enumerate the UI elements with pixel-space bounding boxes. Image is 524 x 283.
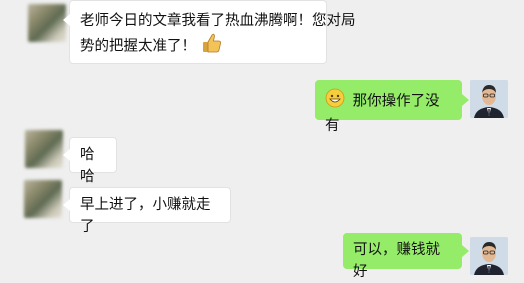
message-bubble-outgoing[interactable]: 可以，赚钱就好 — [343, 233, 462, 280]
user-avatar[interactable] — [470, 80, 508, 118]
grinning-face-icon — [325, 88, 345, 115]
message-text: 可以，赚钱就好 — [353, 242, 440, 280]
message-bubble-incoming[interactable]: 哈哈 — [69, 137, 117, 185]
message-text-line: 老师今日的文章我看了热血沸腾啊！您对局 — [80, 13, 356, 29]
message-text: 早上进了，小赚就走了 — [80, 197, 211, 235]
message-text-line: 势的把握太准了！ — [80, 38, 196, 55]
message-text: 哈哈 — [80, 147, 95, 185]
message-bubble-incoming[interactable]: 老师今日的文章我看了热血沸腾啊！您对局 势的把握太准了！ — [69, 0, 356, 64]
thumbs-up-icon — [201, 32, 223, 61]
message-bubble-incoming[interactable]: 早上进了，小赚就走了 — [69, 187, 231, 235]
contact-avatar[interactable] — [24, 180, 62, 218]
contact-avatar[interactable] — [25, 130, 63, 168]
contact-avatar[interactable] — [28, 4, 66, 42]
user-avatar[interactable] — [470, 237, 508, 275]
message-bubble-outgoing[interactable]: 那你操作了没有 — [315, 80, 462, 134]
